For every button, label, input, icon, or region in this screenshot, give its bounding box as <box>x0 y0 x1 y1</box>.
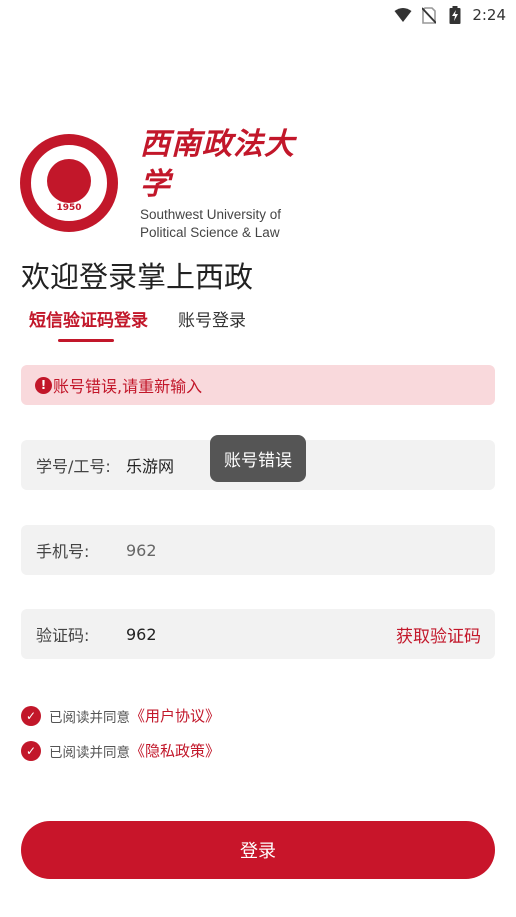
logo-name-en-line2: Political Science & Law <box>140 225 280 240</box>
phone-input[interactable]: 962 <box>126 541 157 560</box>
status-bar: 2:24 <box>0 0 516 30</box>
error-message: 账号错误,请重新输入 <box>53 377 203 396</box>
exclamation-icon: ! <box>35 376 52 394</box>
user-agreement-link[interactable]: 《用户协议》 <box>130 705 220 726</box>
emblem-year: 1950 <box>56 203 82 213</box>
tab-account-login[interactable]: 账号登录 <box>170 307 254 337</box>
error-alert: ! 账号错误,请重新输入 <box>21 365 495 405</box>
verification-code-label: 验证码: <box>36 626 90 645</box>
user-agreement-row: ✓ 已阅读并同意 《用户协议》 <box>21 705 220 726</box>
wifi-icon <box>394 6 412 24</box>
logo-name-en-line1: Southwest University of <box>140 207 282 222</box>
get-code-button[interactable]: 获取验证码 <box>396 622 481 647</box>
agreement-prefix: 已阅读并同意 <box>49 709 130 726</box>
student-id-input[interactable]: 乐游网 <box>126 453 174 477</box>
login-button[interactable]: 登录 <box>21 821 495 879</box>
checkbox-privacy-policy[interactable]: ✓ <box>21 740 41 761</box>
verification-code-input[interactable]: 962 <box>126 625 157 644</box>
logo-name-cn: 西南政法大学 <box>140 127 295 202</box>
privacy-policy-link[interactable]: 《隐私政策》 <box>130 740 220 761</box>
page-title: 欢迎登录掌上西政 <box>21 260 254 294</box>
status-time: 2:24 <box>472 6 506 24</box>
university-logo: 1950 西南政法大学 Southwest University of Poli… <box>20 127 320 240</box>
no-sim-icon <box>420 6 438 24</box>
privacy-prefix: 已阅读并同意 <box>49 744 130 761</box>
university-emblem: 1950 <box>20 134 118 232</box>
verification-code-field[interactable]: 验证码: 962 获取验证码 <box>21 609 495 659</box>
checkbox-user-agreement[interactable]: ✓ <box>21 705 41 726</box>
battery-charging-icon <box>446 6 464 24</box>
tab-sms-login[interactable]: 短信验证码登录 <box>21 307 156 342</box>
phone-label: 手机号: <box>36 542 90 561</box>
toast-message: 账号错误 <box>210 435 306 482</box>
login-tabs: 短信验证码登录 账号登录 <box>21 307 276 342</box>
student-id-label: 学号/工号: <box>36 457 111 476</box>
phone-field[interactable]: 手机号: 962 <box>21 525 495 575</box>
privacy-policy-row: ✓ 已阅读并同意 《隐私政策》 <box>21 740 220 761</box>
